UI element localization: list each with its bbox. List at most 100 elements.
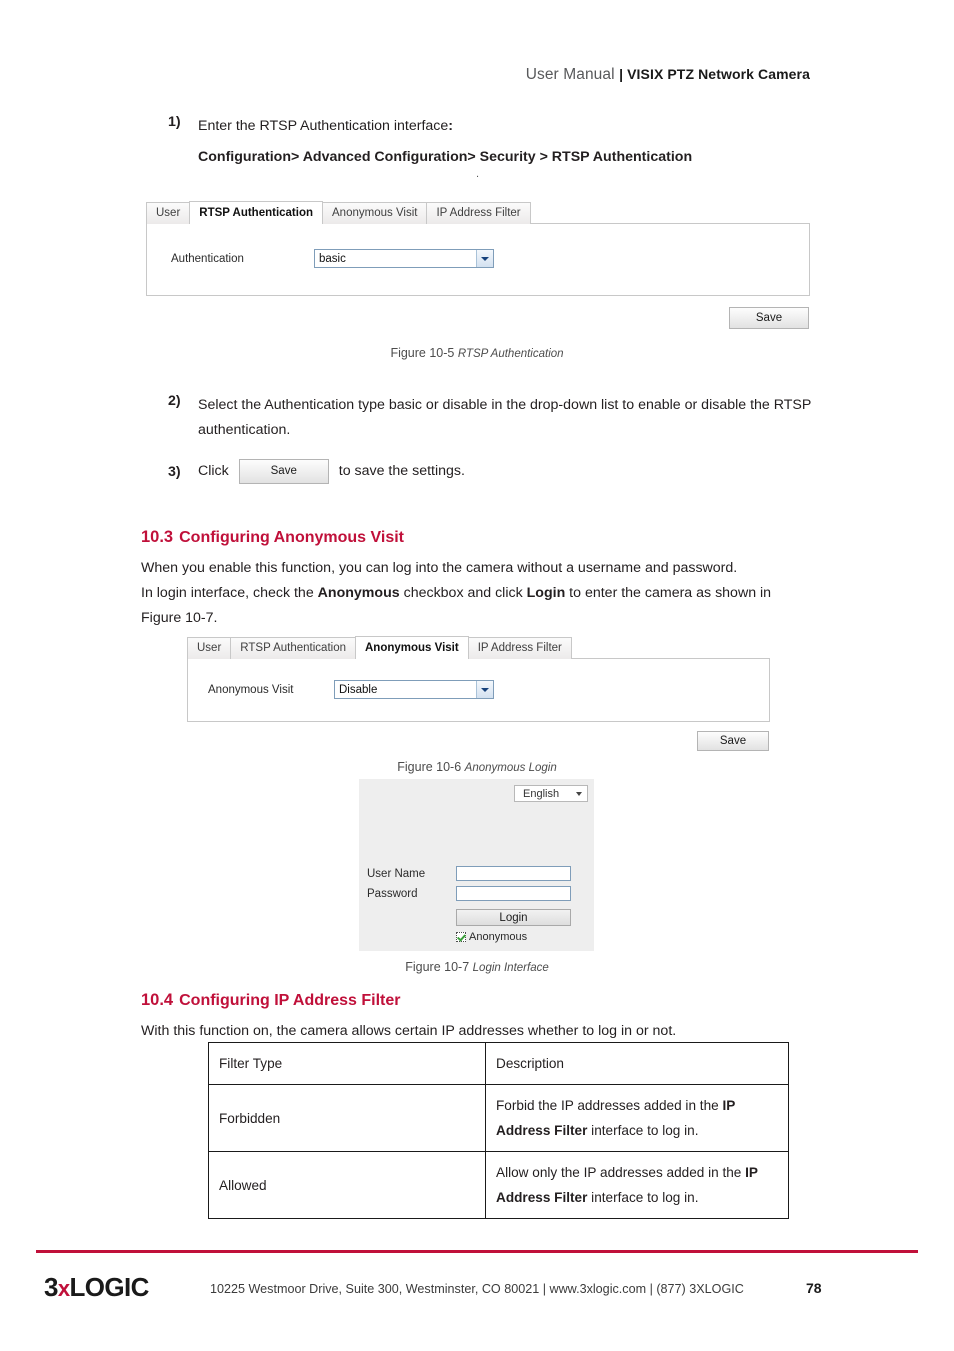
anon-panel-body: Anonymous Visit Disable <box>187 658 770 722</box>
step-1: 1) Enter the RTSP Authentication interfa… <box>168 114 868 170</box>
logo-part-3: 3 <box>44 1272 58 1302</box>
anonymous-checkbox-label: Anonymous <box>469 931 528 943</box>
section-10-3-title: Configuring Anonymous Visit <box>179 529 405 546</box>
anon-tab-rtsp-authentication[interactable]: RTSP Authentication <box>230 637 356 659</box>
desc-allowed-a: Allow only the IP addresses added in the <box>496 1165 746 1180</box>
tab-rtsp-authentication[interactable]: RTSP Authentication <box>189 201 324 224</box>
password-input[interactable] <box>456 886 571 901</box>
anonymous-visit-field-row: Anonymous Visit Disable <box>208 680 494 699</box>
table-header-filter-type: Filter Type <box>208 1042 486 1085</box>
filter-type-allowed: Allowed <box>208 1151 486 1219</box>
s103-p2-c: checkbox and click <box>399 585 527 601</box>
filter-type-forbidden: Forbidden <box>208 1084 486 1152</box>
s103-p2-a: In login interface, check the <box>141 585 318 601</box>
login-button[interactable]: Login <box>456 909 571 926</box>
username-input[interactable] <box>456 866 571 881</box>
tab-rtsp-authentication-label: RTSP Authentication <box>199 207 314 219</box>
authentication-select-value: basic <box>319 252 346 265</box>
logo-part-x: x <box>57 1276 70 1301</box>
desc-forbidden-a: Forbid the IP addresses added in the <box>496 1098 723 1113</box>
section-10-3-paragraph-3: Figure 10-7. <box>141 610 218 626</box>
page-number: 78 <box>806 1280 822 1296</box>
anon-tab-anonymous-visit-label: Anonymous Visit <box>364 642 459 654</box>
anon-tab-row: User RTSP Authentication Anonymous Visit… <box>187 636 770 659</box>
desc-allowed-c: interface to log in. <box>587 1190 699 1205</box>
anon-tab-user[interactable]: User <box>187 637 232 659</box>
section-10-3-heading: 10.3 Configuring Anonymous Visit <box>141 528 404 547</box>
s103-p2-login: Login <box>526 585 566 601</box>
figure-10-7-caption: Figure 10-7 Login Interface <box>0 960 954 974</box>
section-10-3-paragraph-1: When you enable this function, you can l… <box>141 560 738 576</box>
figure-10-7-caption-prefix: Figure 10-7 <box>405 960 470 974</box>
tab-anonymous-visit[interactable]: Anonymous Visit <box>322 202 428 224</box>
rtsp-authentication-panel: User RTSP Authentication Anonymous Visit… <box>146 201 810 329</box>
s103-p2-anonymous: Anonymous <box>317 585 400 601</box>
figure-10-6-caption-prefix: Figure 10-6 <box>397 760 462 774</box>
authentication-select[interactable]: basic <box>314 249 494 268</box>
section-10-3-number: 10.3 <box>141 528 174 546</box>
username-label: User Name <box>367 868 426 880</box>
s103-p2-e: to enter the camera as shown in <box>565 585 772 601</box>
anon-tab-user-label: User <box>197 642 222 654</box>
step-1-line1-text: Enter the RTSP Authentication interface <box>198 118 449 134</box>
stray-period-mark: . <box>476 168 480 180</box>
anon-tab-rtsp-authentication-label: RTSP Authentication <box>240 642 346 654</box>
section-10-4-title: Configuring IP Address Filter <box>179 992 401 1009</box>
tab-ip-address-filter[interactable]: IP Address Filter <box>426 202 531 224</box>
password-label: Password <box>367 888 418 900</box>
chevron-down-icon <box>576 791 582 796</box>
step-1-number: 1) <box>168 114 181 130</box>
logo-part-logic: LOGIC <box>69 1272 150 1302</box>
anonymous-visit-label: Anonymous Visit <box>208 683 294 696</box>
filter-desc-forbidden: Forbid the IP addresses added in the IP … <box>485 1084 789 1152</box>
page-header-subtitle: | VISIX PTZ Network Camera <box>619 66 810 82</box>
inline-save-button[interactable]: Save <box>238 459 329 484</box>
step-1-body: Enter the RTSP Authentication interface:… <box>198 114 692 170</box>
step-1-path-text: Configuration> Advanced Configuration> S… <box>198 149 693 165</box>
table-header-row: Filter Type Description <box>208 1042 789 1085</box>
anon-save-button[interactable]: Save <box>697 731 769 751</box>
section-10-4-paragraph-1: With this function on, the camera allows… <box>141 1023 677 1039</box>
section-10-4-heading: 10.4 Configuring IP Address Filter <box>141 991 400 1010</box>
rtsp-save-button[interactable]: Save <box>729 307 809 329</box>
step-3-number: 3) <box>168 463 181 480</box>
figure-10-6-caption-title: Anonymous Login <box>464 762 557 774</box>
step-3: 3) Click Save to save the settings. <box>168 459 688 484</box>
step-2: 2) Select the Authentication type basic … <box>168 393 816 443</box>
section-10-3-paragraph-2: In login interface, check the Anonymous … <box>141 581 841 606</box>
anonymous-visit-select[interactable]: Disable <box>334 680 494 699</box>
step-3-suffix: to save the settings. <box>338 463 465 479</box>
table-header-description: Description <box>485 1042 789 1085</box>
step-2-number: 2) <box>168 393 181 409</box>
anonymous-checkbox[interactable] <box>456 932 466 942</box>
table-row: Forbidden Forbid the IP addresses added … <box>208 1084 789 1152</box>
inline-save-label: Save <box>270 465 297 477</box>
authentication-field-row: Authentication basic <box>171 249 494 268</box>
step-1-line1-colon: : <box>448 118 454 134</box>
anon-tab-ip-address-filter[interactable]: IP Address Filter <box>467 637 572 659</box>
figure-10-5-caption: Figure 10-5 RTSP Authentication <box>0 346 954 360</box>
login-button-label: Login <box>499 911 528 924</box>
step-3-prefix: Click <box>198 463 229 479</box>
filter-type-table: Filter Type Description Forbidden Forbid… <box>208 1042 789 1219</box>
anonymous-visit-panel: User RTSP Authentication Anonymous Visit… <box>187 636 770 751</box>
rtsp-panel-body: Authentication basic <box>146 223 810 296</box>
anon-tab-ip-address-filter-label: IP Address Filter <box>477 642 562 654</box>
3xlogic-logo: 3xLOGIC <box>44 1274 149 1300</box>
figure-10-7-caption-title: Login Interface <box>472 962 549 974</box>
step-3-body: Click Save to save the settings. <box>198 459 465 484</box>
chevron-down-icon <box>476 681 493 698</box>
anonymous-visit-select-value: Disable <box>339 683 378 696</box>
tab-user[interactable]: User <box>146 202 191 224</box>
anonymous-checkbox-row[interactable]: Anonymous <box>456 931 527 943</box>
figure-10-6-caption: Figure 10-6 Anonymous Login <box>0 760 954 774</box>
language-select-value: English <box>523 787 560 800</box>
language-select[interactable]: English <box>514 785 588 802</box>
anon-tab-anonymous-visit[interactable]: Anonymous Visit <box>354 636 469 659</box>
tab-ip-address-filter-label: IP Address Filter <box>436 207 521 219</box>
section-10-4-number: 10.4 <box>141 991 174 1009</box>
authentication-label: Authentication <box>171 252 244 265</box>
page-header-title: User Manual <box>525 66 615 83</box>
filter-desc-allowed: Allow only the IP addresses added in the… <box>485 1151 789 1219</box>
anon-save-label: Save <box>719 735 747 747</box>
